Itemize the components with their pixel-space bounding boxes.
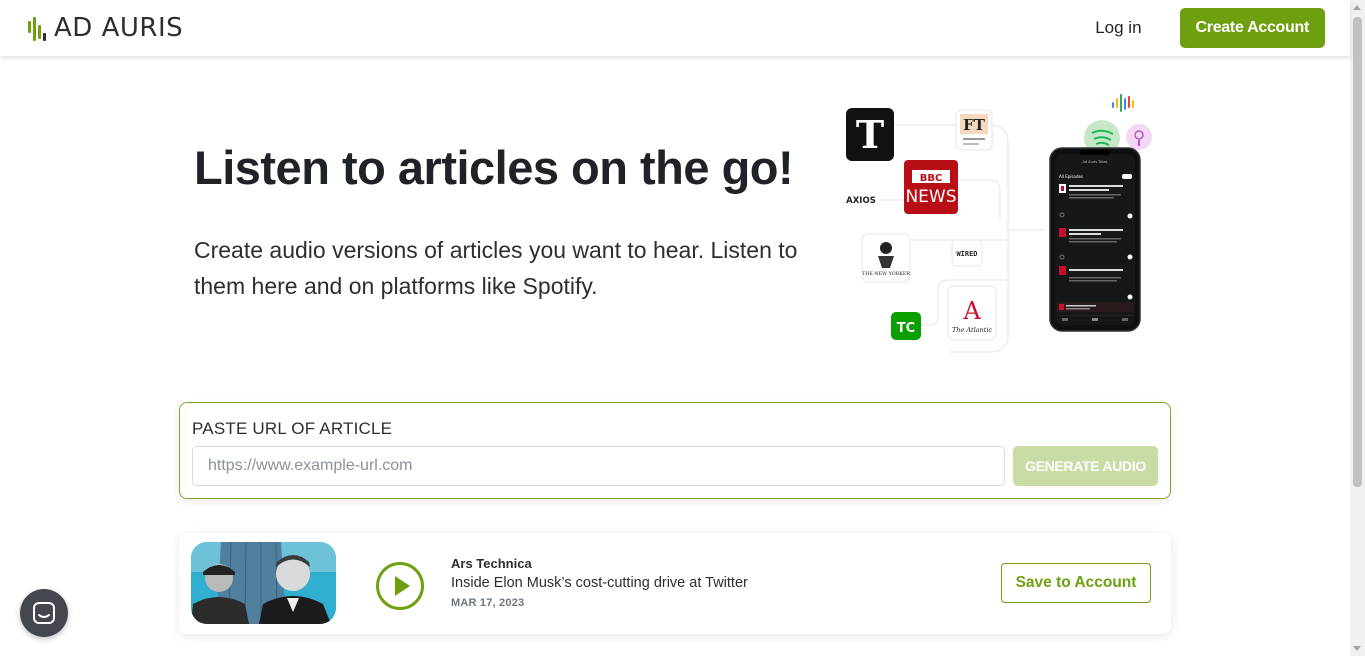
soundwave-logo-icon: [28, 15, 46, 41]
brand-name: AD AURIS: [54, 13, 184, 43]
scroll-down-icon[interactable]: [1353, 646, 1361, 651]
top-navbar: AD AURIS Log in Create Account: [0, 0, 1350, 56]
new-yorker-logo: THE NEW YORKER: [862, 271, 910, 277]
nyt-logo: T: [856, 112, 884, 157]
bbc-logo: BBC: [920, 173, 943, 184]
atlantic-logo: The Atlantic: [952, 326, 992, 334]
article-date: MAR 17, 2023: [451, 597, 525, 609]
save-to-account-button[interactable]: Save to Account: [1001, 563, 1151, 603]
brand-logo[interactable]: AD AURIS: [28, 13, 183, 43]
wired-logo: WIRED: [956, 250, 977, 258]
bbc-news-logo: NEWS: [905, 187, 956, 207]
page-scrollbar[interactable]: [1350, 0, 1365, 656]
article-source: Ars Technica: [451, 556, 532, 571]
play-icon[interactable]: [376, 562, 424, 610]
phone-mockup: Ad Auris Titles All Episodes: [1049, 147, 1141, 332]
ft-logo: FT: [963, 116, 986, 134]
generate-audio-button[interactable]: GENERATE AUDIO: [1013, 446, 1158, 486]
axios-logo: AXIOS: [846, 196, 876, 206]
paste-url-form: PASTE URL OF ARTICLE GENERATE AUDIO: [179, 402, 1171, 499]
login-link[interactable]: Log in: [1095, 18, 1141, 38]
create-account-button[interactable]: Create Account: [1179, 8, 1325, 48]
article-thumbnail[interactable]: [191, 542, 336, 624]
svg-text:All Episodes: All Episodes: [1059, 174, 1083, 179]
scroll-up-icon[interactable]: [1353, 5, 1361, 10]
techcrunch-logo: TC: [897, 321, 915, 336]
chat-icon[interactable]: [20, 589, 68, 637]
hero-title: Listen to articles on the go!: [194, 141, 794, 194]
apple-podcasts-icon: [1126, 124, 1152, 150]
scrollbar-thumb[interactable]: [1353, 17, 1362, 487]
article-url-input[interactable]: [192, 446, 1005, 486]
article-title[interactable]: Inside Elon Musk’s cost-cutting drive at…: [451, 575, 748, 591]
svg-text:Ad Auris Titles: Ad Auris Titles: [1083, 160, 1108, 164]
hero-subtitle: Create audio versions of articles you wa…: [194, 237, 798, 299]
article-list-item: Ars Technica Inside Elon Musk’s cost-cut…: [179, 533, 1171, 634]
google-podcasts-icon: [1112, 94, 1134, 112]
url-label: PASTE URL OF ARTICLE: [192, 419, 393, 438]
publishers-to-phone-illustration: T FT BBC NEWS AXIOS THE NEW YORKER WIRED…: [840, 90, 1170, 360]
atlantic-a-logo: A: [962, 297, 981, 325]
